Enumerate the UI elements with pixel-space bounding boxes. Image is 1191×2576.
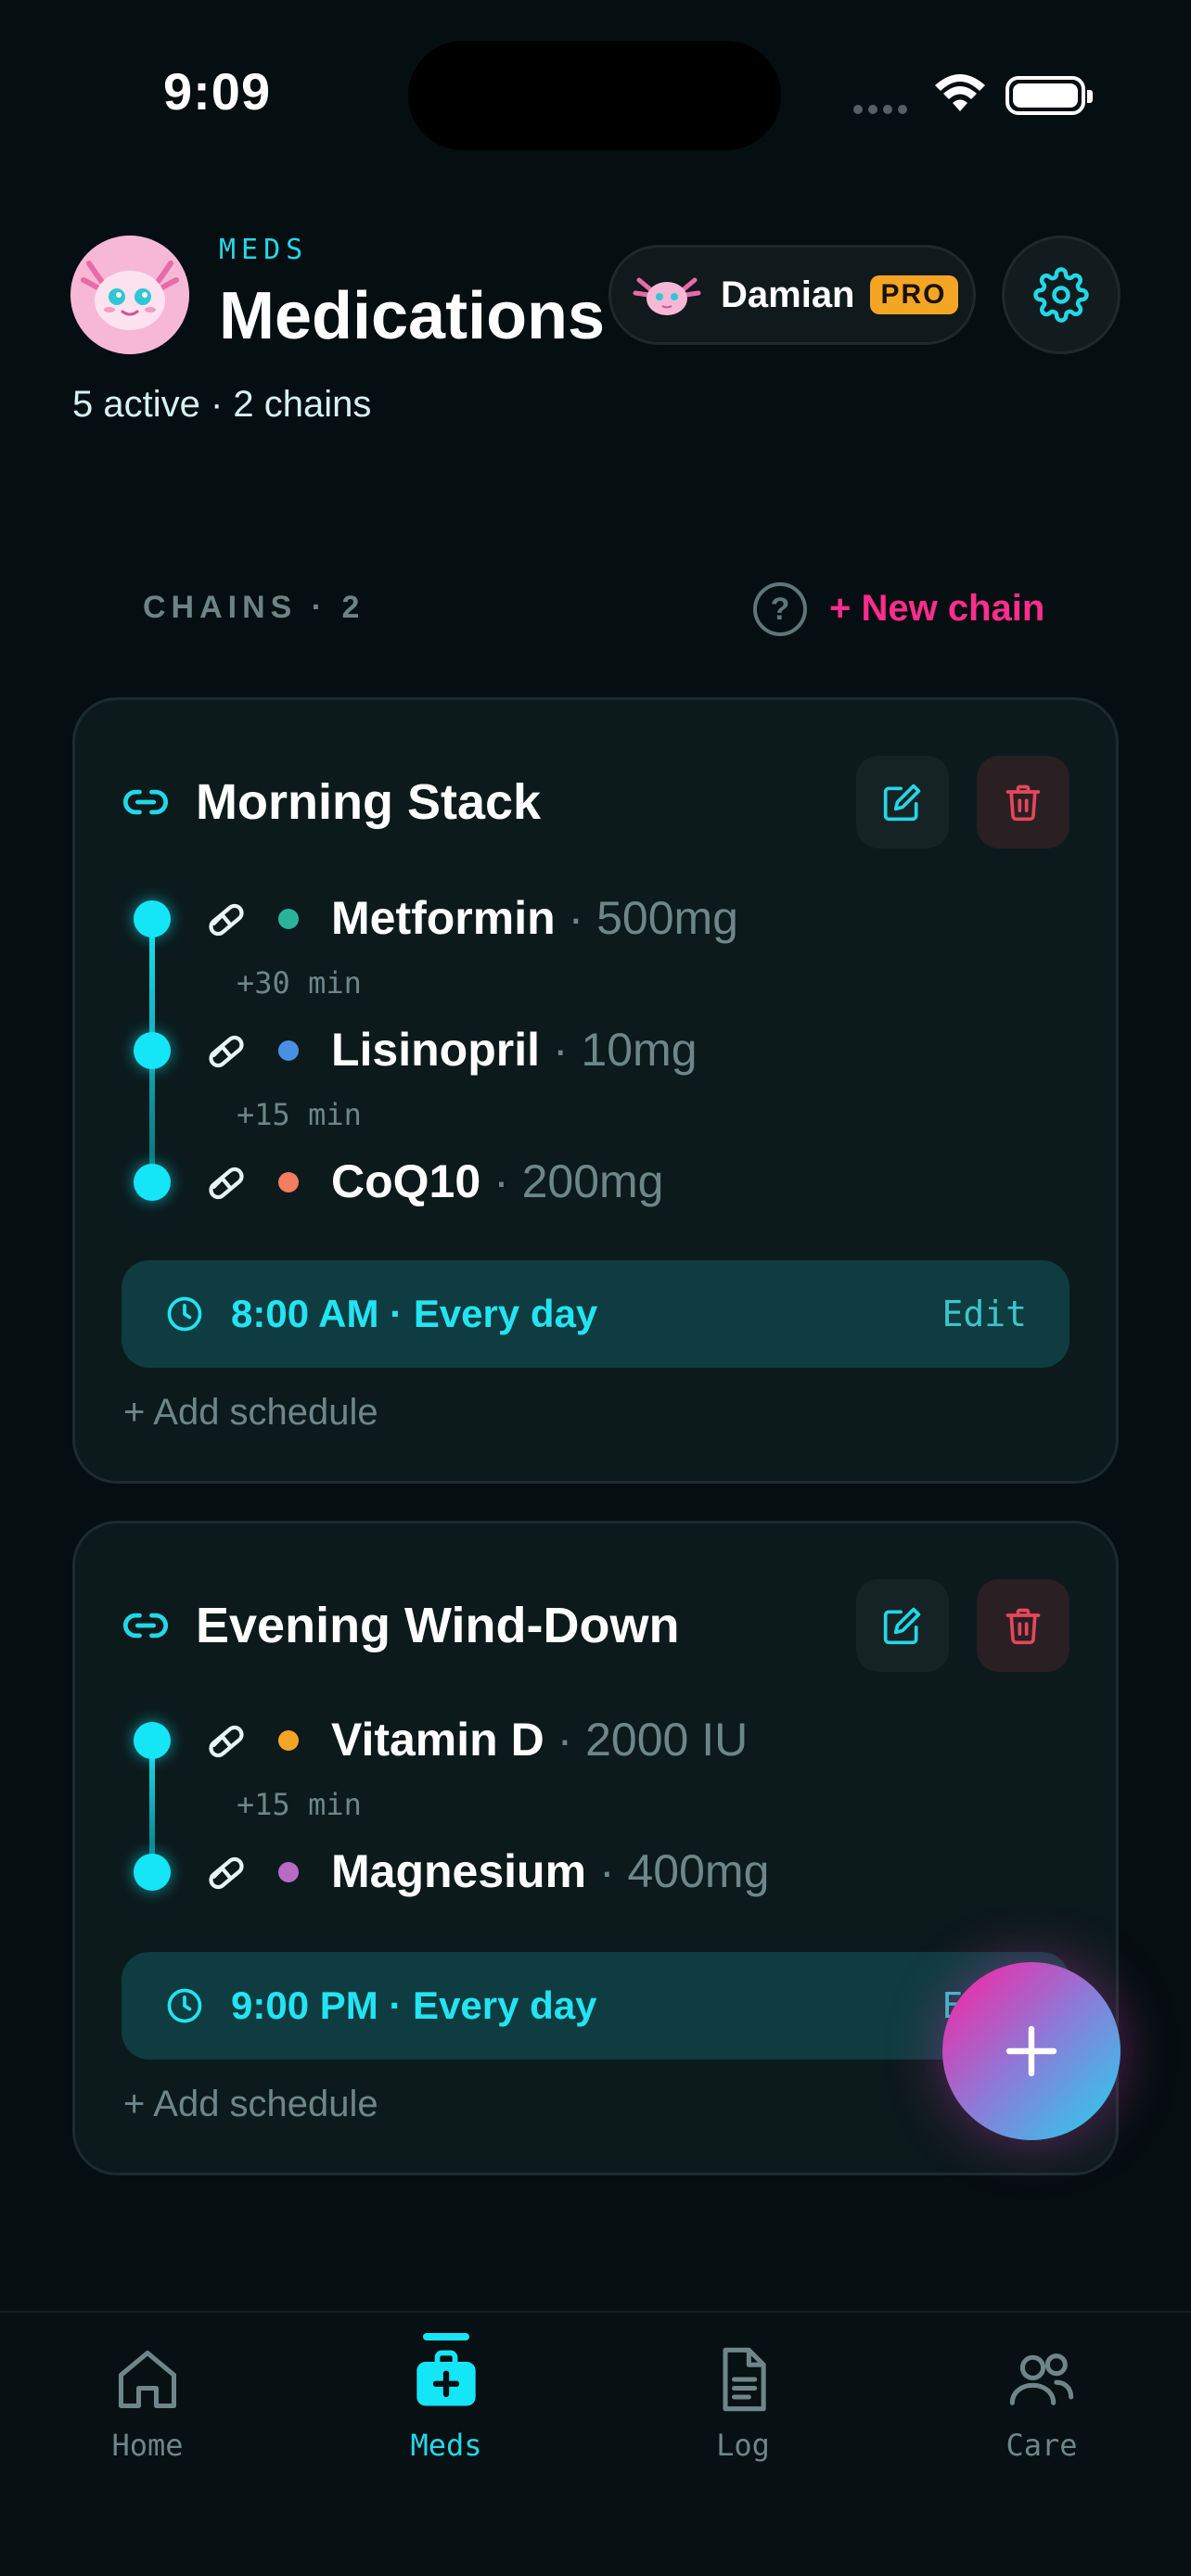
document-icon — [723, 2347, 766, 2412]
med-item[interactable]: Vitamin D · 2000 IU — [331, 1713, 748, 1766]
med-item[interactable]: Lisinopril · 10mg — [331, 1023, 698, 1077]
med-color-dot — [278, 909, 299, 929]
add-fab-button[interactable] — [942, 1962, 1121, 2140]
chain-node — [134, 1032, 171, 1069]
add-schedule-button[interactable]: + Add schedule — [123, 1392, 378, 1434]
pill-icon — [209, 903, 244, 937]
trash-icon — [1005, 1608, 1041, 1645]
med-item[interactable]: CoQ10 · 200mg — [331, 1154, 664, 1208]
wifi-icon — [935, 74, 985, 111]
home-icon — [118, 2350, 177, 2409]
schedule-text: 8:00 AM · Every day — [231, 1292, 598, 1335]
tab-care[interactable]: Care — [949, 2344, 1134, 2463]
plus-icon — [1005, 2025, 1057, 2077]
active-tab-indicator — [423, 2333, 469, 2340]
medkit-icon — [416, 2350, 476, 2406]
schedule-text: 9:00 PM · Every day — [231, 1983, 597, 2027]
edit-chain-button[interactable] — [856, 1579, 949, 1672]
page-subtitle: 5 active · 2 chains — [72, 384, 372, 425]
user-name: Damian — [721, 274, 855, 315]
interval-label: +15 min — [237, 1787, 362, 1822]
battery-icon — [1005, 76, 1093, 115]
schedule-edit-button[interactable]: Edit — [941, 1294, 1027, 1334]
med-color-dot — [278, 1730, 299, 1751]
med-item[interactable]: Magnesium · 400mg — [331, 1844, 769, 1898]
trash-icon — [1005, 784, 1041, 822]
delete-chain-button[interactable] — [977, 756, 1069, 848]
med-color-dot — [278, 1172, 299, 1192]
chain-node — [134, 900, 171, 937]
axolotl-icon — [633, 277, 701, 315]
pill-icon — [209, 1725, 244, 1758]
clock-icon — [167, 1296, 202, 1332]
add-schedule-button[interactable]: + Add schedule — [123, 2084, 378, 2125]
tab-bar: Home Meds Log Care — [0, 2311, 1191, 2576]
schedule-row[interactable]: 8:00 AM · Every day Edit — [122, 1260, 1069, 1368]
interval-label: +15 min — [237, 1097, 362, 1132]
chain-node — [134, 1722, 171, 1759]
interval-label: +30 min — [237, 965, 362, 1001]
link-icon — [123, 1613, 168, 1639]
clock-icon — [167, 1988, 202, 2023]
chains-section-label: CHAINS · 2 — [143, 590, 365, 625]
status-time: 9:09 — [163, 62, 272, 121]
page-title: Medications — [219, 279, 606, 353]
chain-rail — [149, 1742, 155, 1872]
chain-node — [134, 1854, 171, 1891]
chain-title: Morning Stack — [196, 774, 542, 830]
tab-home[interactable]: Home — [55, 2344, 240, 2463]
edit-icon — [883, 784, 921, 822]
gear-icon — [1033, 267, 1089, 323]
edit-chain-button[interactable] — [856, 756, 949, 848]
pro-badge: PRO — [869, 275, 958, 314]
pill-icon — [209, 1035, 244, 1068]
tab-label: Meds — [410, 2428, 482, 2463]
med-color-dot — [278, 1862, 299, 1882]
schedule-row[interactable]: 9:00 PM · Every day Edit — [122, 1952, 1069, 2060]
tab-log[interactable]: Log — [650, 2344, 836, 2463]
tab-label: Care — [1005, 2428, 1078, 2463]
tab-meds[interactable]: Meds — [353, 2333, 539, 2463]
tab-label: Log — [716, 2428, 770, 2463]
settings-button[interactable] — [1002, 236, 1121, 354]
pill-icon — [209, 1167, 244, 1200]
new-chain-button[interactable]: + New chain — [829, 588, 1044, 630]
med-color-dot — [278, 1040, 299, 1061]
chain-title: Evening Wind-Down — [196, 1598, 680, 1653]
tab-label: Home — [111, 2428, 184, 2463]
chain-card: Morning Stack Metformin · 500mg +30 min … — [72, 697, 1119, 1484]
chain-node — [134, 1164, 171, 1201]
help-button[interactable]: ? — [753, 582, 807, 636]
avatar[interactable] — [70, 236, 189, 354]
signal-icon — [853, 102, 913, 119]
edit-icon — [883, 1607, 921, 1645]
dynamic-island — [408, 41, 781, 150]
profile-switcher[interactable]: Damian PRO — [608, 245, 976, 345]
med-item[interactable]: Metformin · 500mg — [331, 891, 738, 945]
link-icon — [123, 789, 168, 815]
delete-chain-button[interactable] — [977, 1579, 1069, 1672]
pill-icon — [209, 1856, 244, 1890]
people-icon — [1009, 2353, 1074, 2405]
page-eyebrow: MEDS — [219, 234, 309, 266]
